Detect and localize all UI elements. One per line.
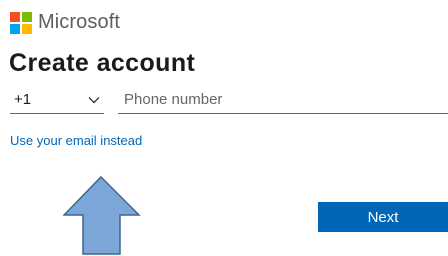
country-code-select[interactable]: +1	[10, 86, 104, 114]
country-code-value: +1	[14, 91, 32, 108]
phone-number-input[interactable]	[118, 86, 448, 114]
up-arrow-icon	[63, 175, 141, 255]
use-email-link[interactable]: Use your email instead	[10, 133, 142, 148]
chevron-down-icon	[88, 96, 100, 103]
page-title: Create account	[9, 49, 196, 77]
logo-square-green	[22, 11, 32, 22]
logo-square-red	[10, 11, 20, 22]
logo-square-yellow	[22, 23, 32, 34]
next-button[interactable]: Next	[318, 202, 448, 232]
microsoft-logo: Microsoft	[10, 11, 120, 34]
brand-name: Microsoft	[38, 11, 121, 33]
microsoft-logo-icon	[10, 11, 32, 34]
logo-square-blue	[10, 23, 20, 34]
create-account-page: Microsoft Create account +1 Use your ema…	[0, 0, 448, 256]
